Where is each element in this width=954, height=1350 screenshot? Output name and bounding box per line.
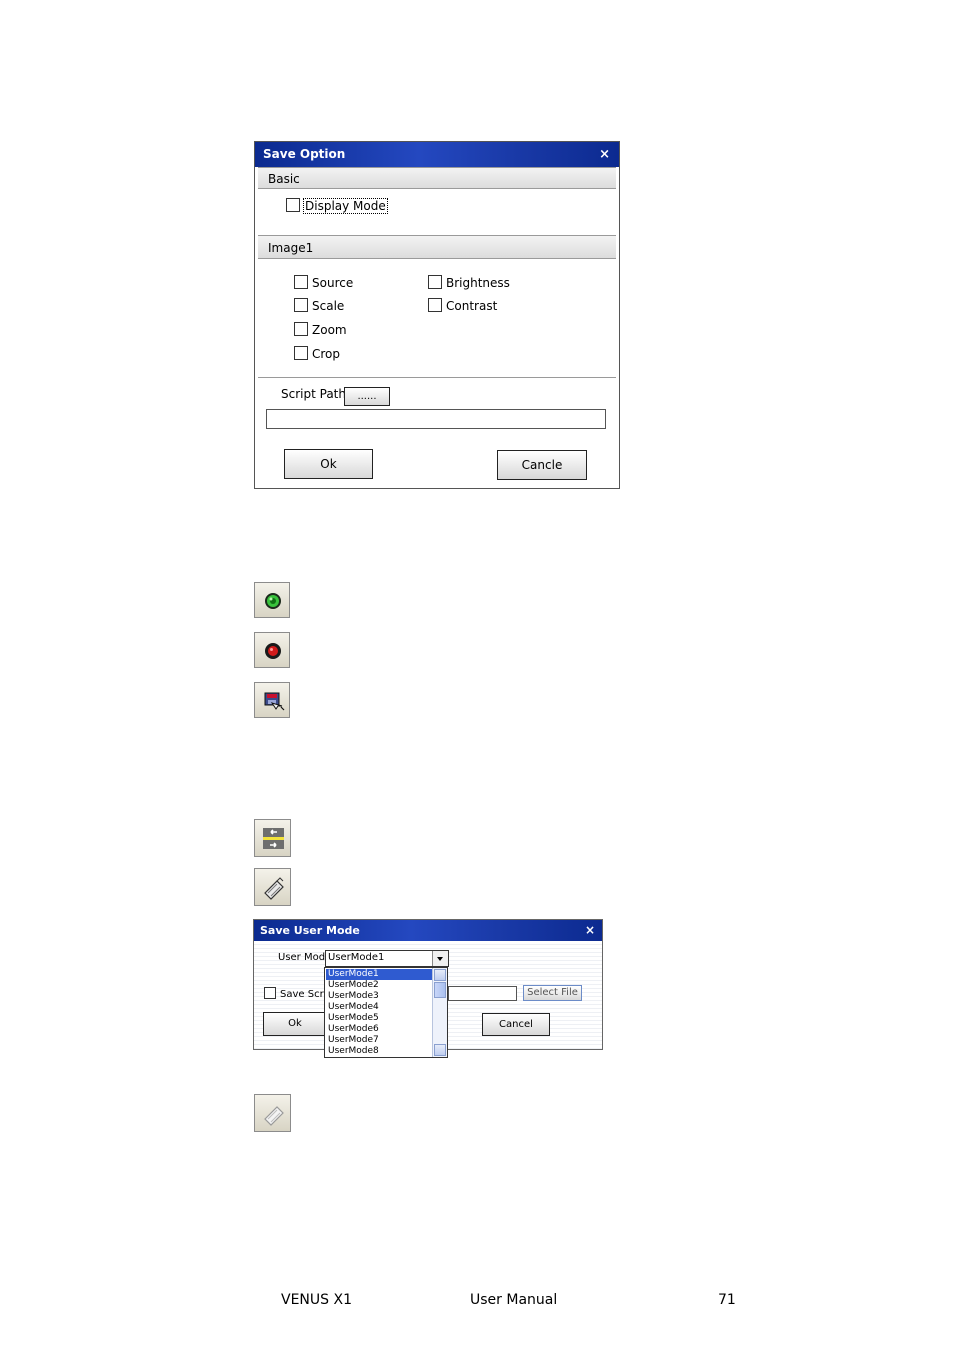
red-record-glyph <box>265 643 281 659</box>
save-user-mode-glyph <box>264 877 284 900</box>
script-path-label: Script Path <box>281 387 346 401</box>
save-script-checkbox[interactable]: Save Scrip <box>264 987 333 1002</box>
load-user-mode-glyph <box>264 1106 284 1126</box>
contrast-label: Contrast <box>446 299 498 313</box>
scroll-thumb[interactable] <box>434 982 446 998</box>
save-script-glyph <box>264 692 285 711</box>
save-script-icon[interactable] <box>254 682 290 718</box>
section-divider <box>258 377 616 378</box>
checkbox-box[interactable] <box>294 275 308 289</box>
scale-checkbox[interactable]: Scale <box>294 298 344 313</box>
cancel-button[interactable]: Cancel <box>482 1013 550 1036</box>
red-record-icon[interactable] <box>254 632 290 668</box>
display-mode-label: Display Mode <box>303 198 388 214</box>
image1-section-header: Image1 <box>258 235 616 259</box>
script-file-input[interactable] <box>448 986 517 1001</box>
browse-button[interactable]: ...... <box>344 387 390 406</box>
green-record-glyph <box>265 593 281 609</box>
close-icon[interactable]: × <box>599 142 610 167</box>
footer-product: VENUS X1 <box>281 1292 352 1308</box>
chevron-down-icon[interactable] <box>432 951 448 966</box>
checkbox-box[interactable] <box>428 298 442 312</box>
list-item[interactable]: UserMode6 <box>326 1024 434 1035</box>
checkbox-box[interactable] <box>294 346 308 360</box>
cancel-button[interactable]: Cancle <box>497 450 587 480</box>
brightness-label: Brightness <box>446 276 510 290</box>
user-mode-dropdown-list[interactable]: UserMode1 UserMode2 UserMode3 UserMode4 … <box>324 967 448 1058</box>
green-record-icon[interactable] <box>254 582 290 618</box>
source-label: Source <box>312 276 354 290</box>
save-user-mode-icon[interactable] <box>254 868 291 906</box>
list-item[interactable]: UserMode7 <box>326 1035 434 1046</box>
list-item[interactable]: UserMode4 <box>326 1002 434 1013</box>
scroll-up-icon[interactable] <box>434 969 446 981</box>
script-path-input[interactable] <box>266 409 606 429</box>
dialog-title: Save Option <box>263 147 346 161</box>
footer-doc-title: User Manual <box>470 1292 558 1308</box>
save-user-mode-titlebar: Save User Mode × <box>254 920 602 941</box>
dialog-title: Save User Mode <box>260 924 360 937</box>
list-item[interactable]: UserMode3 <box>326 991 434 1002</box>
swap-arrows-glyph <box>263 828 284 849</box>
checkbox-box[interactable] <box>294 322 308 336</box>
scroll-down-icon[interactable] <box>434 1044 446 1056</box>
close-icon[interactable]: × <box>585 920 595 941</box>
brightness-checkbox[interactable]: Brightness <box>428 275 510 290</box>
ok-button[interactable]: Ok <box>284 449 373 479</box>
user-mode-selected: UserMode1 <box>328 952 385 963</box>
list-item[interactable]: UserMode8 <box>326 1046 434 1057</box>
user-mode-select[interactable]: UserMode1 <box>325 950 449 967</box>
list-item[interactable]: UserMode1 <box>326 969 434 980</box>
basic-section-header: Basic <box>258 167 616 189</box>
footer-page-number: 71 <box>718 1292 736 1308</box>
save-option-titlebar: Save Option × <box>255 142 619 167</box>
checkbox-box[interactable] <box>428 275 442 289</box>
load-user-mode-icon[interactable] <box>254 1094 291 1132</box>
zoom-checkbox[interactable]: Zoom <box>294 322 347 337</box>
display-mode-checkbox[interactable]: Display Mode <box>286 198 388 214</box>
source-checkbox[interactable]: Source <box>294 275 353 290</box>
swap-arrows-icon[interactable] <box>254 819 291 857</box>
checkbox-box[interactable] <box>286 198 300 212</box>
save-option-dialog: Save Option × Basic Display Mode Image1 … <box>254 141 620 489</box>
user-mode-label: User Mode <box>278 952 332 963</box>
checkbox-box[interactable] <box>294 298 308 312</box>
ok-button[interactable]: Ok <box>263 1012 327 1036</box>
checkbox-box[interactable] <box>264 987 276 999</box>
zoom-label: Zoom <box>312 323 347 337</box>
scale-label: Scale <box>312 299 345 313</box>
crop-label: Crop <box>312 347 341 361</box>
dropdown-scrollbar[interactable] <box>432 968 447 1057</box>
select-file-button[interactable]: Select File <box>523 985 582 1001</box>
contrast-checkbox[interactable]: Contrast <box>428 298 497 313</box>
list-item[interactable]: UserMode5 <box>326 1013 434 1024</box>
list-item[interactable]: UserMode2 <box>326 980 434 991</box>
crop-checkbox[interactable]: Crop <box>294 346 340 361</box>
